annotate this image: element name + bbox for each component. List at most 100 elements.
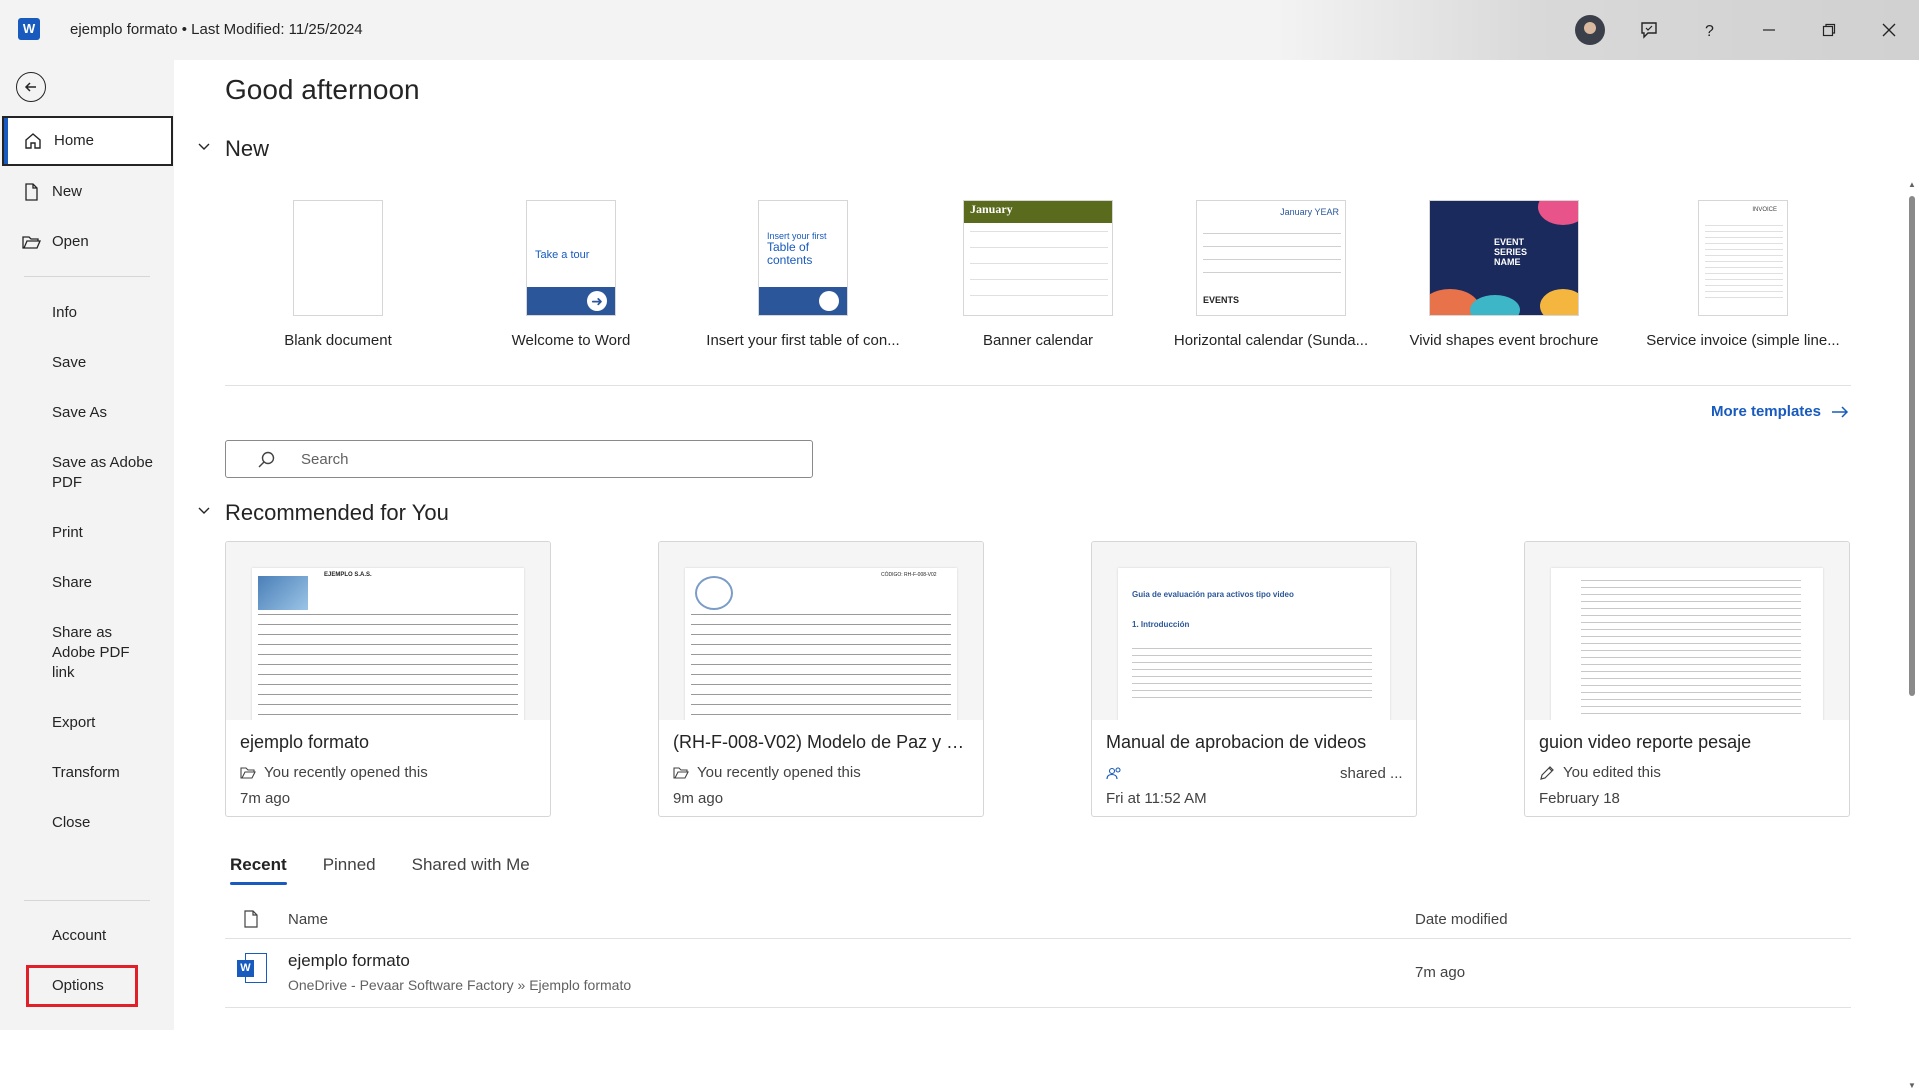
backstage-sidebar: Home New Open Info Save Save As Save as … [0,60,174,1030]
sidebar-item-save-as[interactable]: Save As [0,403,174,423]
sidebar-item-share-adobe-pdf-link[interactable]: Share as Adobe PDF link [0,623,140,683]
sidebar-item-export[interactable]: Export [0,713,174,733]
sidebar-item-label: Share as Adobe PDF link [52,624,130,681]
arrow-right-icon: ➜ [587,291,607,311]
more-templates-link[interactable]: More templates [1711,403,1849,420]
minimize-icon[interactable] [1753,14,1785,46]
preview-page: EJEMPLO S.A.S. [252,568,524,720]
card-status: You edited this [1539,764,1839,781]
template-label: Horizontal calendar (Sunda... [1173,332,1369,349]
sidebar-item-label: Save [52,354,87,371]
card-time: 9m ago [673,790,724,807]
shape [1470,295,1520,315]
recommended-card[interactable]: Guia de evaluación para activos tipo vid… [1091,541,1417,817]
card-time: February 18 [1539,790,1620,807]
preview-table [258,614,518,720]
feedback-icon[interactable] [1633,14,1665,46]
thumb-text: January [964,201,1112,223]
card-status: You recently opened this [673,764,973,781]
search-input[interactable]: Search [225,440,813,478]
sidebar-item-save[interactable]: Save [0,353,174,373]
sidebar-item-share[interactable]: Share [0,573,174,593]
sidebar-item-label: Share [52,574,93,591]
template-thumbnail [293,200,383,316]
recommended-card[interactable]: EJEMPLO S.A.S. ejemplo formato You recen… [225,541,551,817]
sidebar-item-label: Close [52,814,91,831]
word-icon: W [18,18,40,40]
template-label: Insert your first table of con... [706,332,900,349]
recommended-card[interactable]: guion video reporte pesaje You edited th… [1524,541,1850,817]
preview-text: CÓDIGO: RH-F-008-V02 [881,572,937,578]
scroll-down-icon[interactable]: ▼ [1908,1081,1916,1090]
sidebar-item-transform[interactable]: Transform [0,763,174,783]
template-label: Vivid shapes event brochure [1409,332,1599,349]
toc-icon [819,291,839,311]
template-vivid-shapes-brochure[interactable]: EVENT SERIES NAME Vivid shapes event bro… [1404,200,1604,349]
options-highlight [26,965,138,1007]
folder-open-icon [673,766,689,779]
title-bar: W ejemplo formato • Last Modified: 11/25… [0,0,1919,60]
template-label: Service invoice (simple line... [1646,332,1840,349]
sidebar-item-account[interactable]: Account [0,926,174,946]
shape [1538,201,1578,225]
sidebar-item-save-as-adobe-pdf[interactable]: Save as Adobe PDF [0,453,168,493]
more-templates-label: More templates [1710,403,1821,420]
chevron-down-icon[interactable] [197,140,211,154]
template-service-invoice[interactable]: INVOICE Service invoice (simple line... [1637,200,1849,349]
sidebar-item-new[interactable]: New [0,182,174,202]
divider [225,385,1851,386]
invoice-lines [1705,223,1783,303]
template-blank-document[interactable]: Blank document [238,200,438,349]
vertical-scrollbar[interactable]: ▲ ▼ [1905,180,1919,1090]
thumb-text: EVENT SERIES NAME [1494,237,1528,267]
card-status-text: shared ... [1340,764,1403,782]
preview-page [1551,568,1823,720]
template-welcome-to-word[interactable]: Take a tour ➜ Welcome to Word [471,200,671,349]
sidebar-item-label: Open [52,233,89,250]
template-table-of-contents[interactable]: Insert your first Table of contents Inse… [703,200,903,349]
help-icon[interactable]: ? [1693,14,1725,46]
folder-open-icon [240,766,256,779]
sidebar-item-print[interactable]: Print [0,523,174,543]
tab-shared-with-me[interactable]: Shared with Me [412,855,530,881]
svg-text:?: ? [1705,23,1714,40]
document-preview: CÓDIGO: RH-F-008-V02 [659,542,983,720]
sidebar-item-home[interactable]: Home [2,116,173,166]
restore-icon[interactable] [1813,14,1845,46]
thumb-text: INVOICE [1752,207,1777,213]
file-list-header: Name Date modified [225,900,1851,939]
back-button[interactable] [16,72,46,102]
card-status: shared ... [1106,764,1406,782]
tab-pinned[interactable]: Pinned [323,855,376,881]
template-thumbnail: EVENT SERIES NAME [1429,200,1579,316]
recommended-section-title: Recommended for You [225,500,449,525]
page-title: Good afternoon [225,74,420,105]
sidebar-item-label: Home [54,132,95,149]
template-horizontal-calendar[interactable]: January YEAR EVENTS Horizontal calendar … [1171,200,1371,349]
sidebar-item-label: Info [52,304,78,321]
template-thumbnail: January [963,200,1113,316]
preview-page: CÓDIGO: RH-F-008-V02 [685,568,957,720]
recommended-card[interactable]: CÓDIGO: RH-F-008-V02 (RH-F-008-V02) Mode… [658,541,984,817]
thumb-text: Take a tour [535,249,590,261]
sidebar-item-label: New [52,183,83,200]
template-banner-calendar[interactable]: January Banner calendar [938,200,1138,349]
avatar[interactable] [1575,15,1605,45]
template-thumbnail: January YEAR EVENTS [1196,200,1346,316]
chevron-down-icon[interactable] [197,504,211,518]
column-date-modified[interactable]: Date modified [1415,911,1508,928]
tab-recent[interactable]: Recent [230,855,287,885]
sidebar-item-label: Save As [52,404,108,421]
card-status: You recently opened this [240,764,540,781]
sidebar-item-info[interactable]: Info [0,303,174,323]
sidebar-item-close[interactable]: Close [0,813,174,833]
scrollbar-thumb[interactable] [1909,196,1915,696]
template-thumbnail: INVOICE [1698,200,1788,316]
table-row[interactable] [225,1008,1851,1076]
scroll-up-icon[interactable]: ▲ [1908,180,1916,189]
table-row[interactable]: W ejemplo formato OneDrive - Pevaar Soft… [225,939,1851,1008]
column-name[interactable]: Name [288,911,328,928]
new-section-title: New [225,136,270,161]
close-icon[interactable] [1873,14,1905,46]
sidebar-item-open[interactable]: Open [0,232,174,252]
